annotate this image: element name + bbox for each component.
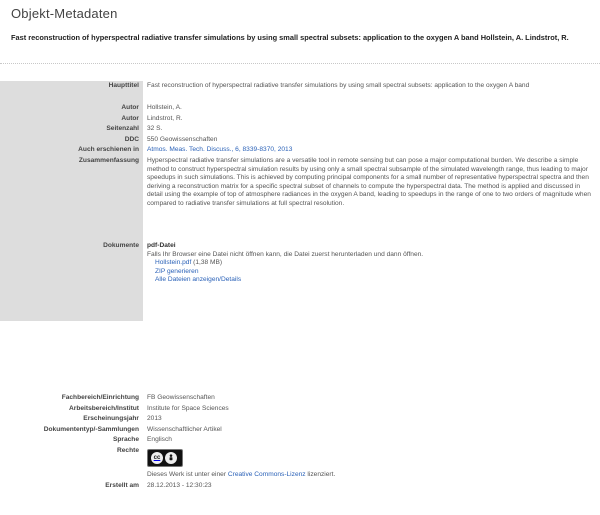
metadata-label: Dokumententyp/-Sammlungen bbox=[0, 424, 143, 436]
metadata-row-arbeitsbereich: Arbeitsbereich/Institut Institute for Sp… bbox=[0, 403, 594, 415]
metadata-label: Sprache bbox=[0, 435, 143, 446]
metadata-value: 32 S. bbox=[147, 125, 163, 133]
metadata-row-dokumententyp: Dokumententyp/-Sammlungen Wissenschaftli… bbox=[0, 424, 594, 436]
abstract-text: Hyperspectral radiative transfer simulat… bbox=[147, 156, 591, 207]
metadata-label: Haupttitel bbox=[0, 81, 143, 103]
metadata-label: Dokumente bbox=[0, 240, 143, 321]
zip-generate-link[interactable]: ZIP generieren bbox=[155, 268, 199, 275]
page-title: Objekt-Metadaten bbox=[11, 6, 118, 21]
metadata-row-autor: Autor Hollstein, A. bbox=[0, 103, 594, 114]
pdf-file-link[interactable]: Hollstein.pdf bbox=[155, 259, 191, 266]
metadata-label: Auch erschienen in bbox=[0, 145, 143, 156]
metadata-label: Zusammenfassung bbox=[0, 155, 143, 241]
file-type-heading: pdf-Datei bbox=[147, 241, 176, 249]
metadata-label: DDC bbox=[0, 134, 143, 146]
document-links: Hollstein.pdf (1,38 MB) ZIP generieren A… bbox=[147, 259, 594, 285]
metadata-label: Erscheinungsjahr bbox=[0, 414, 143, 425]
metadata-row-erstellt: Erstellt am 28.12.2013 - 12:30:23 bbox=[0, 480, 594, 492]
metadata-label: Autor bbox=[0, 113, 143, 125]
metadata-value: Institute for Space Sciences bbox=[147, 404, 229, 412]
creative-commons-icon: cc bbox=[151, 451, 163, 464]
metadata-label: Seitenzahl bbox=[0, 124, 143, 135]
download-hint: Falls Ihr Browser eine Datei nicht öffne… bbox=[147, 250, 424, 258]
metadata-row-haupttitel: Haupttitel Fast reconstruction of hypers… bbox=[0, 81, 594, 103]
metadata-row-zusammenfassung: Zusammenfassung Hyperspectral radiative … bbox=[0, 155, 594, 241]
metadata-row-seitenzahl: Seitenzahl 32 S. bbox=[0, 124, 594, 135]
cc-by-license-badge[interactable]: cc bbox=[147, 448, 183, 467]
metadata-value: 2013 bbox=[147, 415, 162, 423]
metadata-row-autor: Autor Lindstrot, R. bbox=[0, 113, 594, 125]
metadata-value: 28.12.2013 - 12:30:23 bbox=[147, 481, 212, 489]
metadata-value: FB Geowissenschaften bbox=[147, 394, 215, 401]
metadata-row-rechte: Rechte cc Dieses Werk ist unter einer Cr… bbox=[0, 445, 594, 481]
file-size: (1,38 MB) bbox=[193, 259, 223, 267]
attribution-person-icon bbox=[165, 451, 177, 464]
metadata-label: Rechte bbox=[0, 445, 143, 481]
metadata-value: 550 Geowissenschaften bbox=[147, 135, 218, 143]
metadata-label: Erstellt am bbox=[0, 480, 143, 492]
document-title: Fast reconstruction of hyperspectral rad… bbox=[11, 33, 569, 42]
journal-link[interactable]: Atmos. Meas. Tech. Discuss., 6, 8339-837… bbox=[147, 146, 292, 153]
license-text: Dieses Werk ist unter einer Creative Com… bbox=[147, 470, 336, 478]
metadata-label: Arbeitsbereich/Institut bbox=[0, 403, 143, 415]
metadata-value: Fast reconstruction of hyperspectral rad… bbox=[147, 82, 530, 89]
metadata-row-ddc: DDC 550 Geowissenschaften bbox=[0, 134, 594, 146]
metadata-row-fachbereich: Fachbereich/Einrichtung FB Geowissenscha… bbox=[0, 393, 594, 404]
metadata-value: Englisch bbox=[147, 436, 172, 444]
metadata-value: Wissenschaftlicher Artikel bbox=[147, 425, 222, 433]
metadata-value: Hollstein, A. bbox=[147, 104, 182, 111]
license-link[interactable]: Creative Commons-Lizenz bbox=[228, 471, 306, 478]
title-separator bbox=[0, 63, 600, 64]
metadata-table: Haupttitel Fast reconstruction of hypers… bbox=[0, 81, 594, 321]
metadata-label: Fachbereich/Einrichtung bbox=[0, 393, 143, 404]
metadata-table-secondary: Fachbereich/Einrichtung FB Geowissenscha… bbox=[0, 393, 594, 492]
metadata-label: Autor bbox=[0, 103, 143, 114]
metadata-row-sprache: Sprache Englisch bbox=[0, 435, 594, 446]
metadata-row-erscheinungsjahr: Erscheinungsjahr 2013 bbox=[0, 414, 594, 425]
all-files-link[interactable]: Alle Dateien anzeigen/Details bbox=[155, 276, 241, 283]
metadata-row-erschienen: Auch erschienen in Atmos. Meas. Tech. Di… bbox=[0, 145, 594, 156]
metadata-value: Lindstrot, R. bbox=[147, 114, 183, 122]
metadata-row-dokumente: Dokumente pdf-Datei Falls Ihr Browser ei… bbox=[0, 240, 594, 321]
